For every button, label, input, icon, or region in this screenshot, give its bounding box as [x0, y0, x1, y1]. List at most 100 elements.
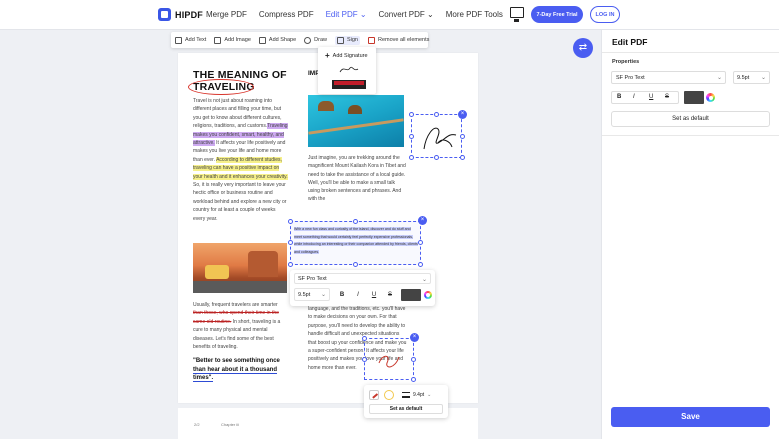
- italic-button[interactable]: I: [352, 289, 364, 301]
- doc-quote[interactable]: "Better to see something once than hear …: [193, 357, 293, 383]
- add-image-tool[interactable]: Add Image: [214, 36, 251, 44]
- sign-tool[interactable]: Sign: [334, 35, 360, 45]
- resize-handle[interactable]: [409, 112, 414, 117]
- panel-bold-button[interactable]: B: [617, 94, 621, 100]
- pen-icon: [304, 36, 312, 44]
- p2-text-a: Usually, frequent travelers are smarter: [193, 302, 278, 308]
- resize-handle[interactable]: [434, 112, 439, 117]
- add-text-tool[interactable]: Add Text: [175, 36, 206, 44]
- edit-toolbar: Add Text Add Image Add Shape Draw Sign R…: [171, 32, 429, 48]
- plus-icon: +: [325, 51, 330, 60]
- resize-handle[interactable]: [418, 240, 423, 245]
- pen-color-icon[interactable]: [369, 390, 379, 400]
- signature-drawing-2-icon: [378, 355, 400, 368]
- text-icon: [175, 36, 182, 44]
- color-wheel-icon[interactable]: [424, 291, 432, 299]
- main-nav: Merge PDF Compress PDF Edit PDF ⌄ Conver…: [206, 10, 515, 19]
- resize-handle[interactable]: [434, 155, 439, 160]
- panel-text-color-swatch[interactable]: [684, 91, 704, 104]
- desktop-monitor-icon[interactable]: [510, 7, 524, 22]
- save-button[interactable]: Save: [611, 407, 770, 427]
- resize-handle[interactable]: [409, 155, 414, 160]
- line-set-default-button[interactable]: Set as default: [369, 404, 443, 414]
- shape-icon: [258, 36, 266, 44]
- remove-all-tool[interactable]: Remove all elements: [368, 36, 429, 44]
- nav-compress-pdf[interactable]: Compress PDF: [259, 10, 314, 19]
- p1-text-c: So, it is really very important to leave…: [193, 182, 287, 222]
- saved-stamp-signature[interactable]: [332, 80, 366, 89]
- panel-set-default-button[interactable]: Set as default: [611, 111, 770, 127]
- line-weight-icon: [402, 392, 410, 398]
- free-trial-button[interactable]: 7-Day Free Trial: [531, 6, 583, 23]
- text-color-swatch[interactable]: [401, 289, 421, 301]
- underline-button[interactable]: U: [368, 289, 380, 301]
- swap-panel-button[interactable]: ⇄: [573, 38, 593, 58]
- add-shape-tool[interactable]: Add Shape: [258, 36, 296, 44]
- nav-convert-pdf[interactable]: Convert PDF ⌄: [379, 10, 434, 19]
- resize-handle[interactable]: [288, 262, 293, 267]
- bold-button[interactable]: B: [336, 289, 348, 301]
- quote-line-a: "Better to see something once: [193, 358, 280, 364]
- panel-font-size-select[interactable]: 9.5pt ⌄: [733, 71, 770, 84]
- font-family-select[interactable]: SF Pro Text ⌄: [294, 273, 431, 284]
- resize-handle[interactable]: [288, 219, 293, 224]
- properties-label: Properties: [612, 59, 640, 65]
- hipdf-logo-icon: [158, 8, 171, 21]
- resize-handle[interactable]: [460, 155, 465, 160]
- panel-format-group: B I U S: [611, 91, 679, 104]
- resize-handle[interactable]: [353, 262, 358, 267]
- right-paragraph-1[interactable]: Just imagine, you are trekking around th…: [308, 154, 408, 204]
- signature-icon: [336, 36, 344, 44]
- signature-box-2-selected[interactable]: [364, 338, 414, 380]
- chevron-down-icon: ⌄: [760, 75, 766, 81]
- nav-edit-pdf[interactable]: Edit PDF ⌄: [326, 10, 367, 19]
- chevron-down-icon: ⌄: [716, 75, 722, 81]
- resize-handle[interactable]: [353, 219, 358, 224]
- nav-merge-pdf[interactable]: Merge PDF: [206, 10, 247, 19]
- resize-handle[interactable]: [362, 357, 367, 362]
- panel-strike-button[interactable]: S: [665, 94, 669, 100]
- doc-paragraph-1[interactable]: Travel is not just about roaming into di…: [193, 97, 288, 223]
- resize-handle[interactable]: [409, 134, 414, 139]
- panel-color-wheel-icon[interactable]: [706, 93, 715, 102]
- maldives-sea-image[interactable]: [308, 95, 404, 147]
- van-desert-image[interactable]: [193, 243, 287, 293]
- opacity-icon[interactable]: [384, 390, 394, 400]
- delete-icon[interactable]: ×: [458, 110, 467, 119]
- page-number: 2/2: [194, 422, 200, 427]
- quote-line-b: than hear about it a thousand times".: [193, 366, 278, 382]
- delete-icon[interactable]: ×: [418, 216, 427, 225]
- panel-font-family-select[interactable]: SF Pro Text ⌄: [611, 71, 726, 84]
- divider: [602, 135, 779, 136]
- sign-dropdown-menu: + Add Signature: [318, 47, 376, 94]
- selected-text: With a new fun class and curiosity of th…: [294, 227, 418, 254]
- add-signature-item[interactable]: + Add Signature: [325, 51, 368, 60]
- resize-handle[interactable]: [362, 336, 367, 341]
- font-format-popup: SF Pro Text ⌄ 9.5pt ⌄ B I U S: [290, 270, 435, 306]
- draw-tool[interactable]: Draw: [304, 36, 327, 44]
- resize-handle[interactable]: [460, 134, 465, 139]
- logo[interactable]: HIPDF: [158, 8, 203, 21]
- resize-handle[interactable]: [411, 357, 416, 362]
- signature-box-selected[interactable]: [411, 114, 462, 158]
- panel-italic-button[interactable]: I: [633, 94, 635, 100]
- font-size-select[interactable]: 9.5pt ⌄: [294, 288, 330, 301]
- line-weight-select[interactable]: 9.4pt ⌄: [402, 390, 444, 400]
- strikethrough-button[interactable]: S: [384, 289, 396, 301]
- signature-drawing-icon: [423, 127, 457, 150]
- login-button[interactable]: LOG IN: [590, 6, 620, 23]
- delete-icon[interactable]: ×: [410, 333, 419, 342]
- chapter-label: Chapter iii: [221, 422, 240, 427]
- resize-handle[interactable]: [418, 262, 423, 267]
- nav-more-pdf-tools[interactable]: More PDF Tools: [446, 10, 503, 19]
- resize-handle[interactable]: [288, 240, 293, 245]
- saved-signature-icon[interactable]: [338, 63, 360, 75]
- red-circle-annotation[interactable]: [188, 79, 254, 95]
- rock-formation: [248, 251, 278, 277]
- resize-handle[interactable]: [411, 377, 416, 382]
- doc-paragraph-2[interactable]: Usually, frequent travelers are smarter …: [193, 301, 288, 351]
- panel-underline-button[interactable]: U: [649, 94, 653, 100]
- text-box-selected[interactable]: With a new fun class and curiosity of th…: [290, 221, 421, 265]
- edit-properties-panel: Edit PDF Properties SF Pro Text ⌄ 9.5pt ⌄ …: [601, 30, 779, 439]
- line-style-popup: 9.4pt ⌄ Set as default: [364, 385, 448, 418]
